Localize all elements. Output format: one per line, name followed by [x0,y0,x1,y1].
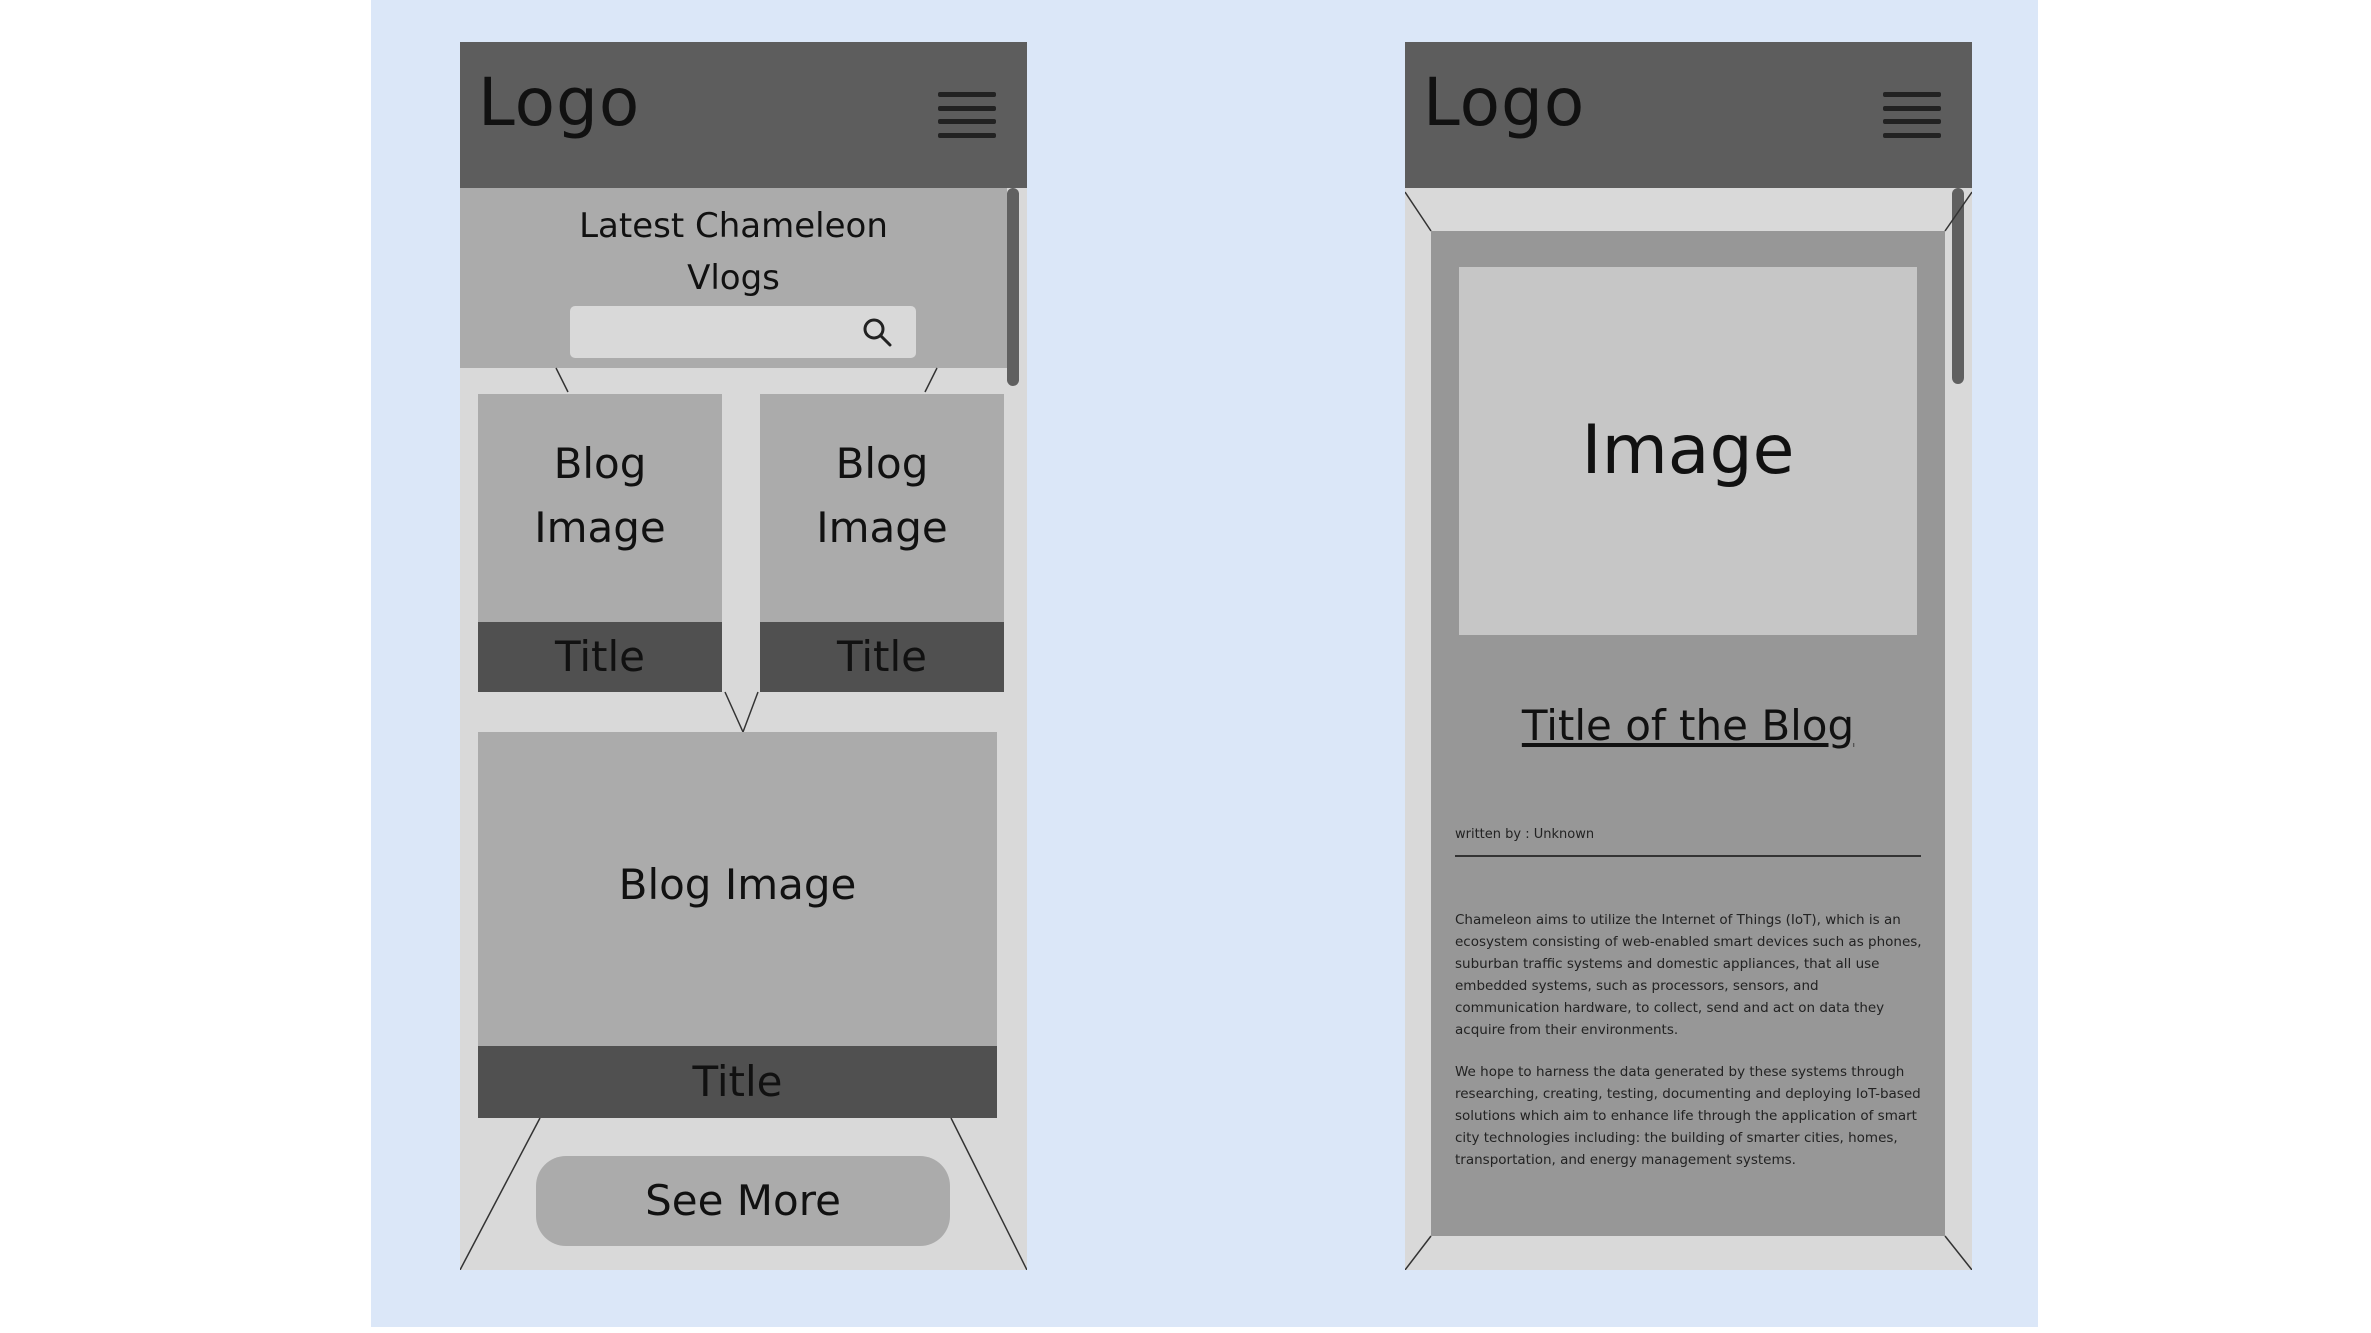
article-paragraph: We hope to harness the data generated by… [1455,1064,1921,1168]
blog-card[interactable]: Blog Image Title [760,394,1004,692]
mobile-blog-list-screen: Logo Latest Chameleon Vlogs Blog Image T… [460,42,1027,1270]
see-more-button[interactable]: See More [536,1156,950,1246]
blog-card-title: Title [760,622,1004,692]
article-image-placeholder: Image [1459,267,1917,635]
article-panel: Image Title of the Blog written by : Unk… [1431,231,1945,1236]
logo[interactable]: Logo [478,70,640,136]
author-byline: written by : Unknown [1455,827,1595,842]
mobile-blog-article-screen: Logo Image Title of the Blog written by … [1405,42,1972,1270]
blog-card-title: Title [478,622,722,692]
hero-title: Latest Chameleon Vlogs [579,206,888,298]
blog-card[interactable]: Blog Image Title [478,394,722,692]
top-header: Logo [460,42,1027,188]
blog-image-placeholder: Blog Image [816,439,948,552]
blog-image-placeholder: Blog Image [534,439,666,552]
blog-title[interactable]: Title of the Blog [1431,701,1945,750]
top-header: Logo [1405,42,1972,188]
scrollbar[interactable] [1952,188,1964,384]
blog-image-placeholder: Blog Image [618,860,857,909]
featured-blog-title: Title [478,1046,997,1118]
hero-section: Latest Chameleon Vlogs [460,188,1007,368]
hamburger-menu-icon[interactable] [938,92,996,138]
search-input[interactable] [570,306,916,358]
scrollbar[interactable] [1007,188,1019,386]
featured-blog-card[interactable]: Blog Image Title [478,732,997,1118]
article-paragraph: Chameleon aims to utilize the Internet o… [1455,912,1922,1038]
hamburger-menu-icon[interactable] [1883,92,1941,138]
search-icon[interactable] [860,315,894,349]
logo[interactable]: Logo [1423,70,1585,136]
divider [1455,855,1921,857]
